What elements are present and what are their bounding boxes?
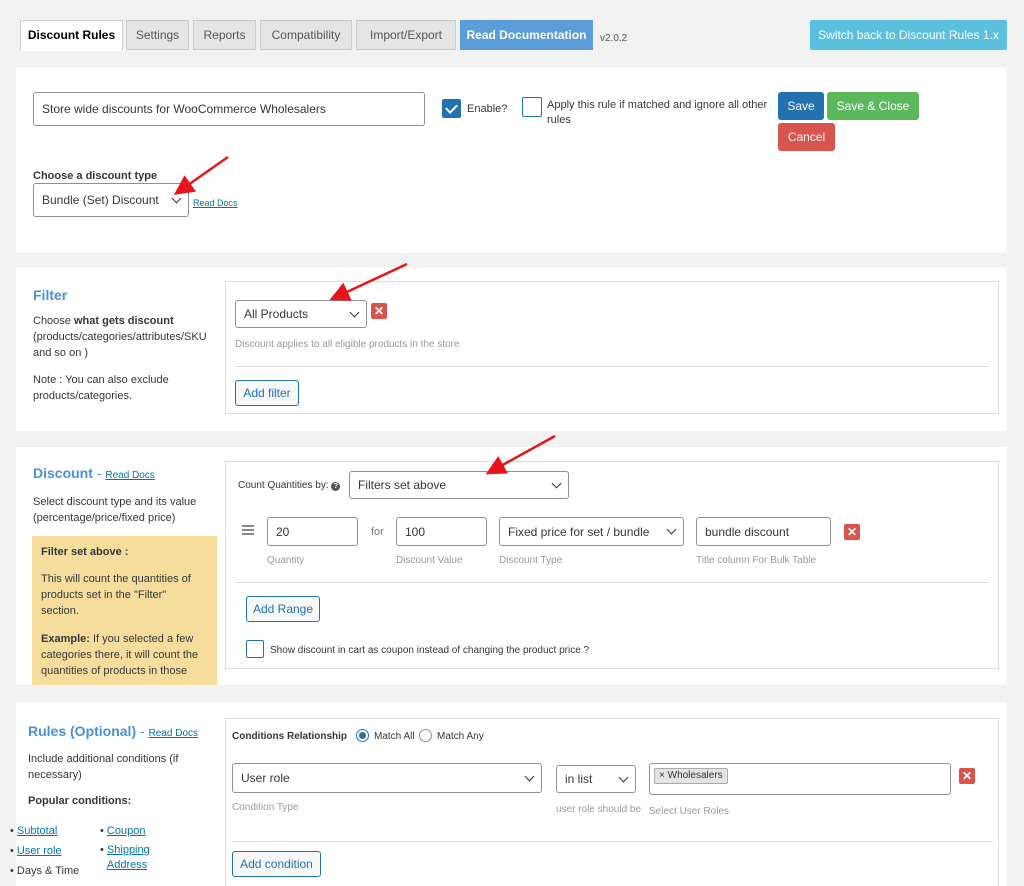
chevron-down-icon	[551, 478, 562, 488]
count-quantities-label: Count Quantities by: ?	[238, 480, 341, 491]
discount-read-docs-link[interactable]: Read Docs	[105, 470, 154, 481]
enable-checkbox[interactable]	[442, 99, 461, 118]
filter-box: All Products ✕ Discount applies to all e…	[225, 281, 999, 414]
rules-read-docs-link[interactable]: Read Docs	[149, 728, 198, 739]
list-item[interactable]: • User role	[10, 841, 90, 861]
rules-heading: Rules (Optional) - Read Docs	[28, 723, 199, 739]
discount-type-value: Bundle (Set) Discount	[42, 193, 159, 207]
conditions-box: Conditions Relationship Match All Match …	[225, 718, 999, 886]
tab-read-documentation[interactable]: Read Documentation	[460, 20, 593, 50]
condition-type-value: User role	[241, 771, 290, 785]
divider	[235, 366, 989, 367]
match-any-label: Match Any	[437, 731, 484, 742]
list-item[interactable]: • Subtotal	[10, 821, 90, 841]
user-roles-hint: Select User Roles	[649, 806, 730, 817]
enable-label: Enable?	[467, 103, 508, 115]
quantity-hint: Quantity	[267, 555, 305, 566]
discount-type-row-select[interactable]: Fixed price for set / bundle	[499, 517, 684, 546]
discount-description: Select discount type and its value (perc…	[33, 496, 197, 524]
chevron-down-icon	[666, 524, 677, 535]
popular-list-right: • Coupon • Shipping Address	[100, 821, 170, 873]
conditions-relationship-label: Conditions Relationship	[232, 731, 347, 742]
rules-title: Rules (Optional)	[28, 723, 137, 739]
coupon-checkbox[interactable]	[246, 640, 264, 658]
info-example: Example: If you selected a few categorie…	[41, 633, 199, 677]
role-tag[interactable]: × Wholesalers	[654, 768, 728, 784]
discount-value-hint: Discount Value	[396, 555, 463, 566]
for-label: for	[371, 526, 384, 538]
user-roles-input[interactable]: × Wholesalers	[649, 763, 951, 795]
tab-reports[interactable]: Reports	[193, 20, 256, 50]
discount-heading: Discount - Read Docs	[33, 465, 155, 481]
title-column-hint: Title column For Bulk Table	[696, 555, 817, 566]
discount-type-row-value: Fixed price for set / bundle	[508, 524, 650, 539]
discount-box: Count Quantities by: ? Filters set above…	[225, 461, 999, 669]
filter-hint: Discount applies to all eligible product…	[235, 339, 460, 350]
popular-conditions-label: Popular conditions:	[28, 795, 132, 807]
discount-type-read-docs-link[interactable]: Read Docs	[193, 198, 238, 208]
filter-type-value: All Products	[244, 307, 309, 321]
add-filter-button[interactable]: Add filter	[235, 380, 299, 406]
info-title: Filter set above :	[41, 546, 129, 558]
list-item: • Days & Time	[10, 865, 80, 877]
discount-title: Discount	[33, 465, 93, 481]
apply-exclusive-label: Apply this rule if matched and ignore al…	[547, 99, 768, 126]
switch-back-button[interactable]: Switch back to Discount Rules 1.x	[810, 20, 1007, 50]
title-column-input[interactable]: bundle discount	[696, 517, 831, 546]
chevron-down-icon	[524, 771, 535, 781]
cancel-button[interactable]: Cancel	[778, 123, 835, 151]
remove-range-button[interactable]: ✕	[844, 524, 860, 540]
tab-compatibility[interactable]: Compatibility	[260, 20, 352, 50]
coupon-label: Show discount in cart as coupon instead …	[270, 645, 590, 656]
count-quantities-select[interactable]: Filters set above	[349, 471, 569, 499]
apply-exclusive-checkbox[interactable]	[522, 97, 542, 117]
rules-description: Include additional conditions (if necess…	[28, 753, 179, 781]
discount-type-label: Choose a discount type	[33, 170, 158, 182]
filter-description: Choose what gets discount (products/cate…	[33, 315, 207, 359]
remove-filter-button[interactable]: ✕	[371, 303, 387, 319]
filter-title: Filter	[33, 287, 68, 303]
discount-panel: Discount - Read Docs Select discount typ…	[16, 447, 1007, 685]
help-icon: ?	[331, 482, 341, 491]
version-label: v2.0.2	[600, 33, 628, 44]
chevron-down-icon	[171, 193, 182, 203]
tab-settings[interactable]: Settings	[126, 20, 189, 50]
rule-title-input[interactable]: Store wide discounts for WooCommerce Who…	[33, 92, 425, 126]
discount-type-select[interactable]: Bundle (Set) Discount	[33, 183, 189, 217]
match-all-radio[interactable]	[356, 729, 369, 742]
list-item[interactable]: • Coupon	[100, 821, 170, 841]
condition-operator-select[interactable]: in list	[556, 765, 636, 793]
remove-condition-button[interactable]: ✕	[959, 768, 975, 784]
info-text: This will count the quantities of produc…	[41, 573, 191, 617]
add-condition-button[interactable]: Add condition	[232, 851, 321, 877]
condition-type-hint: Condition Type	[232, 802, 299, 813]
count-quantities-value: Filters set above	[358, 478, 447, 492]
save-close-button[interactable]: Save & Close	[827, 92, 919, 120]
discount-value-input[interactable]: 100	[396, 517, 487, 546]
add-range-button[interactable]: Add Range	[246, 596, 320, 622]
filter-panel: Filter Choose what gets discount (produc…	[16, 267, 1007, 431]
condition-operator-value: in list	[565, 772, 593, 786]
match-any-radio[interactable]	[419, 729, 432, 742]
list-item[interactable]: • Shipping Address	[100, 841, 170, 873]
quantity-input[interactable]: 20	[267, 517, 358, 546]
condition-operator-hint: user role should be	[556, 804, 642, 815]
filter-info-box: Filter set above : This will count the q…	[32, 536, 217, 685]
drag-handle-icon[interactable]	[242, 525, 254, 535]
tab-import-export[interactable]: Import/Export	[356, 20, 456, 50]
chevron-down-icon	[349, 307, 360, 317]
popular-list-left: • Subtotal • User role • Days & Time	[10, 821, 90, 881]
divider	[235, 582, 989, 583]
filter-note: Note : You can also exclude products/cat…	[33, 374, 169, 402]
save-button[interactable]: Save	[778, 92, 824, 120]
divider	[232, 841, 994, 842]
filter-type-select[interactable]: All Products	[235, 300, 367, 328]
chevron-down-icon	[618, 772, 629, 782]
discount-type-hint: Discount Type	[499, 555, 563, 566]
condition-type-select[interactable]: User role	[232, 763, 542, 793]
rules-panel: Rules (Optional) - Read Docs Include add…	[10, 702, 1007, 886]
match-all-label: Match All	[374, 731, 415, 742]
rule-header-panel: Store wide discounts for WooCommerce Who…	[16, 67, 1007, 253]
tab-discount-rules[interactable]: Discount Rules	[20, 20, 123, 51]
